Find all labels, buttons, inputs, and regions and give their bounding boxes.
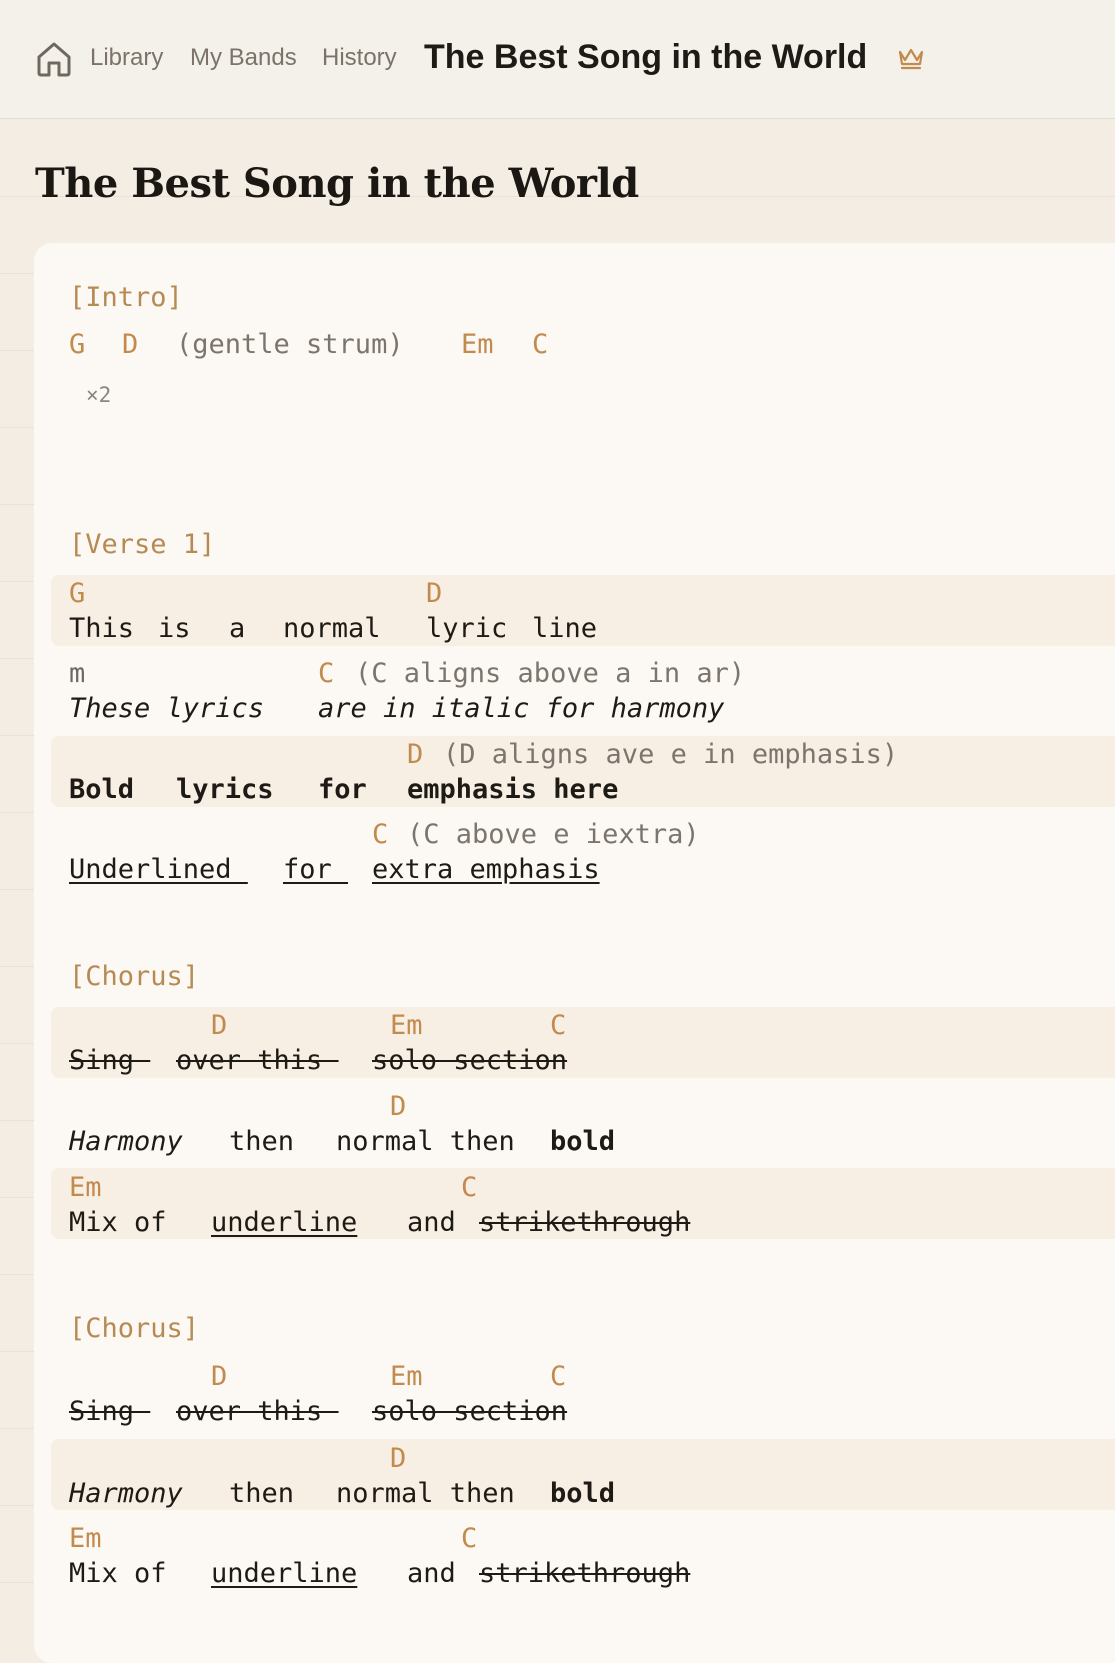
chord[interactable]: Em	[390, 1363, 423, 1390]
lyric-bold: Bold	[69, 774, 135, 805]
chord[interactable]: D	[426, 580, 442, 607]
lyric-strikethrough: solo section	[372, 1045, 568, 1076]
lyric-italic: Harmony	[69, 1126, 183, 1157]
chord[interactable]: D	[122, 331, 138, 358]
performance-note: (gentle strum)	[176, 329, 404, 360]
chord[interactable]: C	[550, 1012, 566, 1039]
lyric-word: a	[229, 613, 246, 644]
section-header-intro: [Intro]	[69, 282, 183, 313]
alignment-note: (C aligns above a in ar)	[355, 658, 746, 689]
lyric-strikethrough: strikethrough	[479, 1558, 691, 1589]
lyric-strikethrough: Sing	[69, 1045, 151, 1076]
chord[interactable]: G	[69, 580, 85, 607]
lyric-bold: bold	[550, 1126, 616, 1157]
chord[interactable]: C	[461, 1525, 477, 1552]
alignment-note: (C above e iextra)	[407, 819, 700, 850]
lyric-word: then	[229, 1126, 295, 1157]
lyric-underline: Underlined	[69, 854, 248, 885]
lyric-word: normal then	[336, 1126, 515, 1157]
chord[interactable]: D	[211, 1363, 227, 1390]
lyric-word: This	[69, 613, 135, 644]
alignment-note: (D aligns ave e in emphasis)	[443, 739, 899, 770]
lyric-underline: underline	[211, 1207, 358, 1238]
lyric-underline: underline	[211, 1558, 358, 1589]
chord[interactable]: Em	[69, 1525, 102, 1552]
lyric-word: normal	[283, 613, 381, 644]
chord[interactable]: Em	[461, 331, 494, 358]
lyric-strikethrough: over this	[176, 1045, 339, 1076]
lyric-strikethrough: solo section	[372, 1396, 568, 1427]
chord[interactable]: G	[69, 331, 85, 358]
lyric-bold: emphasis here	[407, 774, 619, 805]
lyric-italic: are in italic for harmony	[318, 693, 725, 724]
section-header-chorus: [Chorus]	[69, 961, 200, 992]
section-header-chorus: [Chorus]	[69, 1313, 200, 1344]
chord[interactable]: D	[390, 1445, 406, 1472]
lyric-strikethrough: strikethrough	[479, 1207, 691, 1238]
chord[interactable]: C	[550, 1363, 566, 1390]
lyric-strikethrough: Sing	[69, 1396, 151, 1427]
lyric-word: is	[158, 613, 191, 644]
lyric-word: line	[532, 613, 598, 644]
section-header-verse-1: [Verse 1]	[69, 529, 216, 560]
lyric-word: then	[229, 1478, 295, 1509]
chord[interactable]: C	[532, 331, 548, 358]
lyric-underline: extra emphasis	[372, 854, 600, 885]
lyric-word: Mix of	[69, 1558, 167, 1589]
chord[interactable]: D	[407, 741, 423, 768]
chord[interactable]: Em	[390, 1012, 423, 1039]
lyric-italic: These lyrics	[69, 693, 265, 724]
lyric-word: normal then	[336, 1478, 515, 1509]
lyric-word: lyric	[426, 613, 508, 644]
lyric-underline: for	[283, 854, 349, 885]
chord-sheet: [Intro] G D (gentle strum) Em C ×2 [Vers…	[0, 0, 1115, 1633]
repeat-marker: ×2	[86, 383, 112, 407]
lyric-bold: bold	[550, 1478, 616, 1509]
chord[interactable]: C	[461, 1174, 477, 1201]
chord[interactable]: D	[390, 1093, 406, 1120]
lyric-strikethrough: over this	[176, 1396, 339, 1427]
lyric-word: Mix of	[69, 1207, 167, 1238]
chord-prefix: m	[69, 658, 86, 689]
lyric-bold: lyrics	[176, 774, 274, 805]
lyric-italic: Harmony	[69, 1478, 183, 1509]
chord[interactable]: Em	[69, 1174, 102, 1201]
lyric-bold: for	[318, 774, 367, 805]
chord[interactable]: C	[318, 660, 334, 687]
lyric-word: and	[407, 1558, 456, 1589]
lyric-word: and	[407, 1207, 456, 1238]
chord[interactable]: D	[211, 1012, 227, 1039]
chord[interactable]: C	[372, 821, 388, 848]
